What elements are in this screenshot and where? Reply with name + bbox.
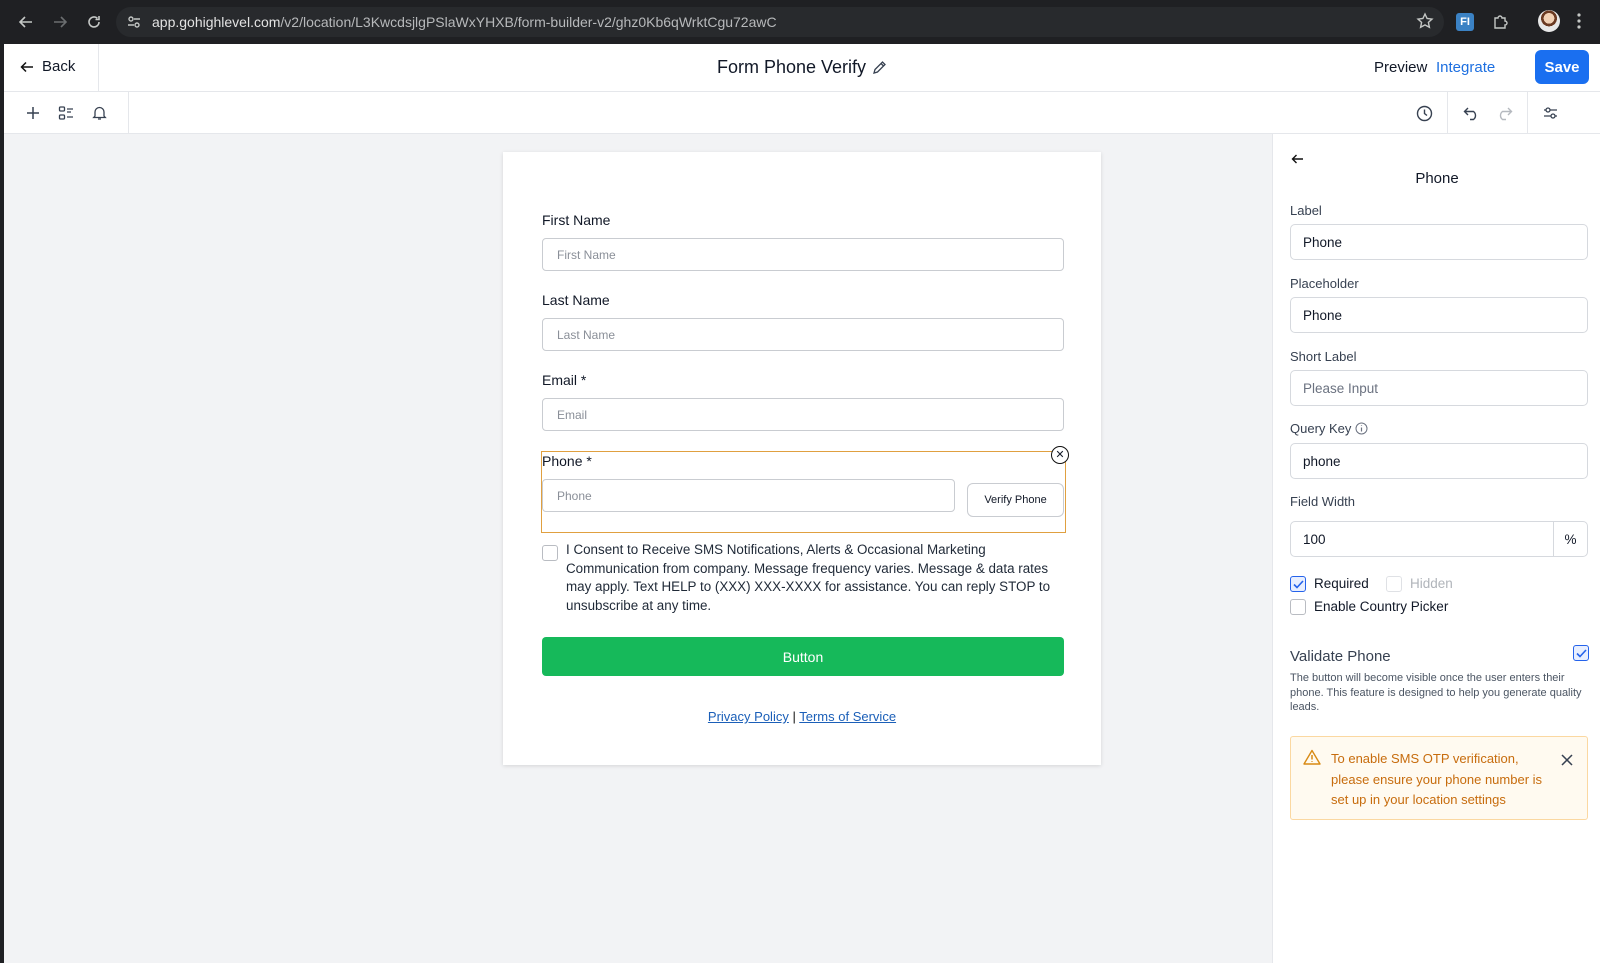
address-url[interactable]: app.gohighlevel.com/v2/location/L3Kwcdsj… xyxy=(152,14,777,30)
label-title-text: Label xyxy=(1290,203,1322,218)
consent-text: I Consent to Receive SMS Notifications, … xyxy=(566,542,1051,613)
panel-title: Phone xyxy=(1415,170,1459,187)
first-name-label[interactable]: First Name xyxy=(542,212,610,228)
extension-fi-icon[interactable]: FI xyxy=(1456,13,1474,31)
browser-toolbar: app.gohighlevel.com/v2/location/L3Kwcdsj… xyxy=(0,0,1600,44)
panel-back-arrow-icon[interactable] xyxy=(1291,152,1304,170)
info-icon xyxy=(1355,422,1368,435)
toolbar-divider xyxy=(1527,92,1528,134)
query-key-title: Query Key xyxy=(1290,421,1368,436)
validate-phone-title: Validate Phone xyxy=(1290,648,1391,665)
extensions-puzzle-icon[interactable] xyxy=(1490,10,1512,32)
field-settings-panel: Phone Label Phone Placeholder Phone Shor… xyxy=(1272,134,1600,963)
checkmark-icon xyxy=(1292,579,1304,589)
placeholder-title-text: Placeholder xyxy=(1290,276,1359,291)
integrate-button[interactable]: Integrate xyxy=(1436,59,1495,76)
url-host: app.gohighlevel.com xyxy=(152,14,281,30)
validate-phone-description: The button will become visible once the … xyxy=(1290,672,1582,713)
browser-forward-icon[interactable] xyxy=(46,8,74,36)
privacy-policy-link[interactable]: Privacy Policy xyxy=(708,709,789,724)
form-builder-app: Back Form Phone Verify Preview Integrate… xyxy=(4,44,1600,963)
layers-icon[interactable] xyxy=(55,102,77,124)
required-label[interactable]: Required xyxy=(1314,576,1369,591)
history-clock-icon[interactable] xyxy=(1413,102,1435,124)
short-label-input[interactable]: Please Input xyxy=(1290,370,1588,406)
last-name-input[interactable]: Last Name xyxy=(542,318,1064,351)
label-input[interactable]: Phone xyxy=(1290,224,1588,260)
builder-toolbar xyxy=(4,92,1600,134)
site-settings-icon[interactable] xyxy=(124,12,144,32)
consent-checkbox[interactable] xyxy=(542,545,558,561)
phone-input[interactable]: Phone xyxy=(542,479,955,512)
country-picker-label[interactable]: Enable Country Picker xyxy=(1314,599,1448,614)
form-canvas: First Name First Name Last Name Last Nam… xyxy=(4,134,1272,963)
field-width-input[interactable]: 100 xyxy=(1303,532,1326,547)
settings-sliders-icon[interactable] xyxy=(1539,102,1561,124)
pencil-icon[interactable] xyxy=(872,59,887,80)
warning-text: To enable SMS OTP verification, please e… xyxy=(1331,751,1543,807)
preview-button[interactable]: Preview xyxy=(1374,59,1427,76)
field-width-unit: % xyxy=(1553,522,1587,556)
form-title-text: Form Phone Verify xyxy=(716,57,867,77)
form-preview: First Name First Name Last Name Last Nam… xyxy=(503,152,1101,765)
link-separator: | xyxy=(792,709,796,724)
browser-menu-icon[interactable] xyxy=(1568,10,1590,32)
short-label-title-text: Short Label xyxy=(1290,349,1357,364)
verify-phone-button[interactable]: Verify Phone xyxy=(967,483,1064,517)
query-key-title-text: Query Key xyxy=(1290,421,1352,436)
bell-icon[interactable] xyxy=(88,102,110,124)
checkmark-icon xyxy=(1575,648,1587,658)
toolbar-divider xyxy=(1447,92,1448,134)
redo-icon[interactable] xyxy=(1493,102,1515,124)
submit-button[interactable]: Button xyxy=(542,637,1064,676)
email-label[interactable]: Email * xyxy=(542,372,586,388)
undo-icon[interactable] xyxy=(1460,102,1482,124)
browser-back-icon[interactable] xyxy=(12,8,40,36)
label-title: Label xyxy=(1290,203,1322,218)
toolbar-divider xyxy=(128,92,129,134)
sms-otp-warning: To enable SMS OTP verification, please e… xyxy=(1290,736,1588,820)
required-checkbox[interactable] xyxy=(1290,576,1306,592)
dismiss-warning-close-icon[interactable] xyxy=(1561,753,1573,771)
last-name-label[interactable]: Last Name xyxy=(542,292,610,308)
footer-links: Privacy Policy | Terms of Service xyxy=(503,709,1101,724)
add-element-icon[interactable] xyxy=(22,102,44,124)
warning-triangle-icon xyxy=(1303,749,1321,770)
hidden-checkbox[interactable] xyxy=(1386,576,1402,592)
field-width-input-group[interactable]: 100 % xyxy=(1290,521,1588,557)
placeholder-title: Placeholder xyxy=(1290,276,1359,291)
terms-of-service-link[interactable]: Terms of Service xyxy=(799,709,896,724)
query-key-input[interactable]: phone xyxy=(1290,443,1588,479)
validate-phone-checkbox[interactable] xyxy=(1573,645,1589,661)
profile-avatar[interactable] xyxy=(1538,10,1560,32)
form-title[interactable]: Form Phone Verify xyxy=(4,57,1600,80)
first-name-input[interactable]: First Name xyxy=(542,238,1064,271)
country-picker-checkbox[interactable] xyxy=(1290,599,1306,615)
phone-label[interactable]: Phone * xyxy=(542,453,592,469)
remove-field-close-icon[interactable]: ✕ xyxy=(1051,446,1069,464)
placeholder-input[interactable]: Phone xyxy=(1290,297,1588,333)
field-width-title-text: Field Width xyxy=(1290,494,1356,509)
browser-reload-icon[interactable] xyxy=(80,8,108,36)
address-bar[interactable]: app.gohighlevel.com/v2/location/L3Kwcdsj… xyxy=(116,7,1444,37)
url-path: /v2/location/L3KwcdsjlgPSlaWxYHXB/form-b… xyxy=(280,14,777,30)
email-input[interactable]: Email xyxy=(542,398,1064,431)
bookmark-star-icon[interactable] xyxy=(1416,12,1434,35)
short-label-title: Short Label xyxy=(1290,349,1357,364)
hidden-label[interactable]: Hidden xyxy=(1410,576,1453,591)
builder-header: Back Form Phone Verify Preview Integrate… xyxy=(4,44,1600,92)
field-width-title: Field Width xyxy=(1290,494,1355,509)
save-button[interactable]: Save xyxy=(1535,50,1589,84)
